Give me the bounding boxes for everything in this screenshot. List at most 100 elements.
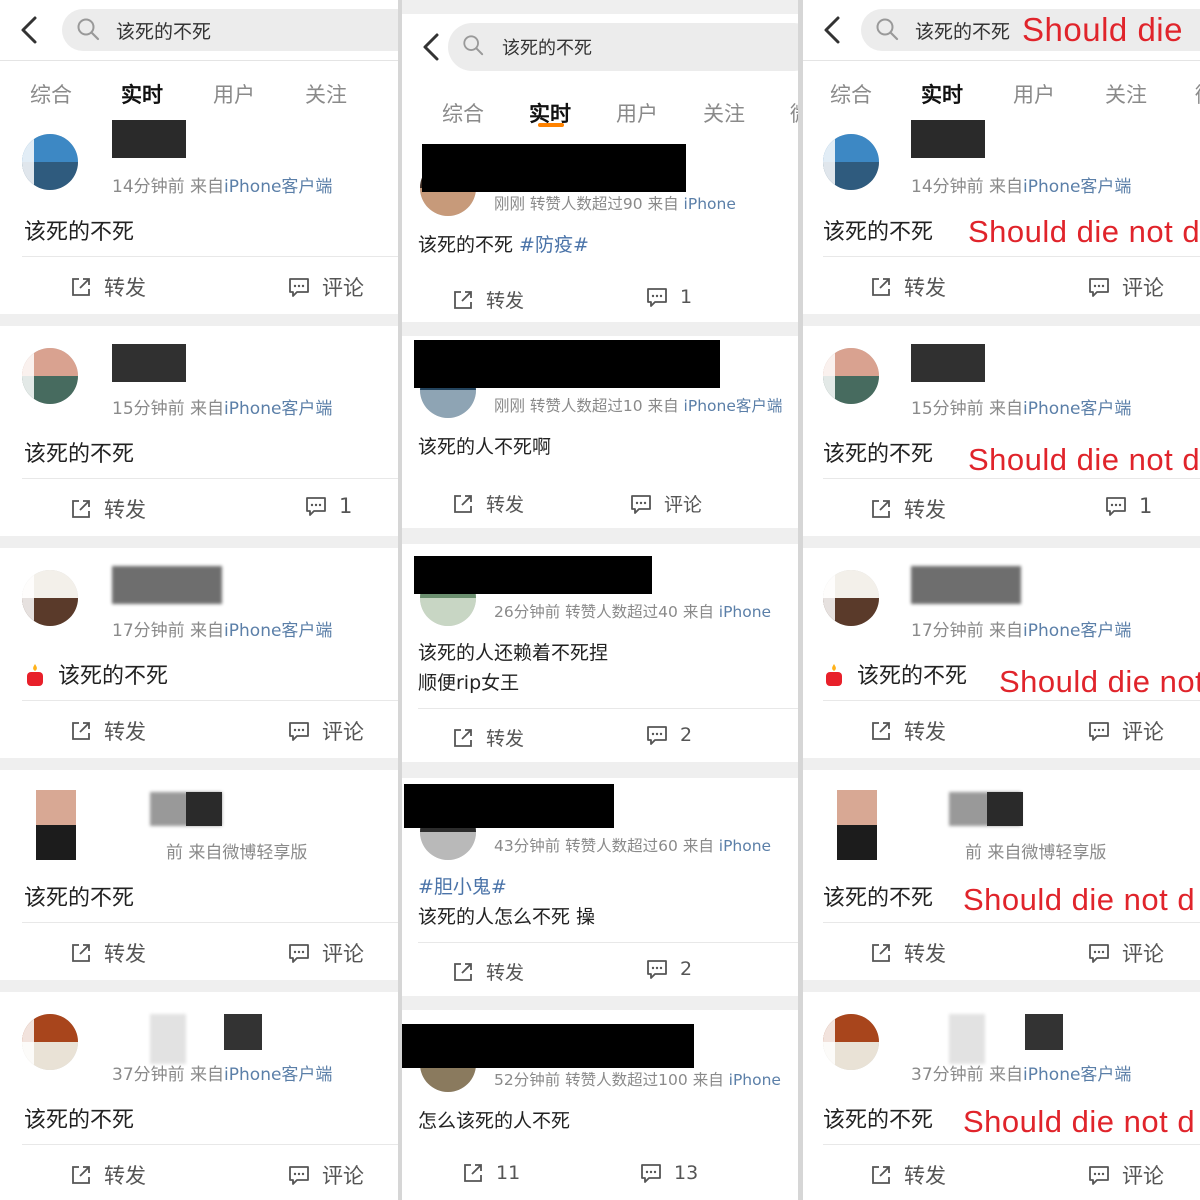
post-meta: 17分钟前 来自iPhone客户端 — [112, 621, 333, 641]
comment-button[interactable]: 评论 — [1088, 716, 1164, 746]
post-card[interactable]: 37分钟前 来自iPhone客户端 该死的不死 转发 评论 — [0, 992, 398, 1200]
comment-button[interactable]: 13 — [640, 1162, 698, 1184]
tab-following[interactable]: 关注 — [1105, 79, 1147, 109]
tab-comprehensive[interactable]: 综合 — [30, 79, 72, 109]
avatar[interactable] — [22, 348, 78, 404]
post-meta: 26分钟前 转赞人数超过40 来自 iPhone — [494, 603, 772, 621]
comment-button[interactable]: 评论 — [288, 272, 364, 302]
post-card[interactable]: 前 来自微博轻享版 该死的不死 Should die not d 转发 评论 — [803, 770, 1200, 980]
tab-comprehensive[interactable]: 综合 — [442, 98, 484, 128]
comment-button[interactable]: 2 — [646, 724, 692, 746]
post-card[interactable]: 17分钟前 来自iPhone客户端 该死的不死 Should die not 转… — [803, 548, 1200, 758]
back-icon[interactable] — [817, 10, 847, 50]
avatar[interactable] — [837, 790, 877, 860]
post-card[interactable]: 52分钟前 转赞人数超过100 来自 iPhone 怎么该死的人不死 11 13 — [402, 1010, 798, 1200]
avatar[interactable] — [823, 1014, 879, 1070]
post-text: 该死的不死 — [24, 658, 168, 690]
comment-count: 1 — [339, 494, 353, 518]
repost-button[interactable]: 转发 — [452, 958, 524, 985]
comment-icon — [647, 726, 667, 745]
repost-icon — [72, 500, 90, 518]
post-meta: 37分钟前 来自iPhone客户端 — [112, 1065, 333, 1085]
redacted-username — [911, 120, 985, 158]
tab-following[interactable]: 关注 — [703, 98, 745, 128]
comment-button[interactable]: 评论 — [1088, 938, 1164, 968]
repost-label: 转发 — [104, 720, 146, 744]
comment-icon — [1106, 497, 1126, 516]
avatar[interactable] — [823, 134, 879, 190]
avatar[interactable] — [22, 134, 78, 190]
post-card[interactable]: 14分钟前 来自iPhone客户端 该死的不死 Should die not d… — [803, 120, 1200, 314]
post-meta: 17分钟前 来自iPhone客户端 — [911, 621, 1132, 641]
search-box[interactable]: 该死的不死 — [448, 23, 798, 71]
avatar[interactable] — [823, 570, 879, 626]
hashtag-link[interactable]: #防疫# — [519, 234, 589, 256]
post-card[interactable]: 15分钟前 来自iPhone客户端 该死的不死 Should die not d… — [803, 326, 1200, 536]
search-icon — [875, 17, 901, 43]
comment-label: 评论 — [1122, 720, 1164, 744]
repost-label: 转发 — [104, 276, 146, 300]
avatar[interactable] — [823, 348, 879, 404]
post-card[interactable]: 前 来自微博轻享版 该死的不死 转发 评论 — [0, 770, 398, 980]
repost-icon — [464, 1164, 482, 1182]
repost-button[interactable]: 转发 — [870, 938, 946, 968]
tab-weibo[interactable]: 微 — [1195, 79, 1200, 109]
post-card[interactable]: 刚刚 转赞人数超过10 来自 iPhone客户端 该死的人不死啊 转发 评论 — [402, 336, 798, 528]
repost-label: 转发 — [104, 498, 146, 522]
post-card[interactable]: 刚刚 转赞人数超过90 来自 iPhone 该死的不死 #防疫# 转发 1 — [402, 140, 798, 322]
comment-count: 2 — [680, 958, 693, 980]
comment-button[interactable]: 评论 — [630, 490, 702, 517]
repost-button[interactable]: 11 — [462, 1162, 520, 1184]
redacted-username — [911, 344, 985, 382]
search-box[interactable]: 该死的不死 Should die — [861, 9, 1200, 51]
repost-button[interactable]: 转发 — [452, 490, 524, 517]
post-text: 该死的不死 — [24, 886, 135, 911]
back-icon[interactable] — [14, 10, 44, 50]
comment-button[interactable]: 2 — [646, 958, 692, 980]
comment-button[interactable]: 评论 — [288, 716, 364, 746]
post-card[interactable]: 26分钟前 转赞人数超过40 来自 iPhone 该死的人还赖着不死捏 顺便ri… — [402, 544, 798, 762]
repost-button[interactable]: 转发 — [70, 1160, 146, 1190]
repost-button[interactable]: 转发 — [70, 494, 146, 524]
post-card[interactable]: 15分钟前 来自iPhone客户端 该死的不死 转发 1 — [0, 326, 398, 536]
tab-realtime[interactable]: 实时 — [921, 79, 963, 109]
repost-button[interactable]: 转发 — [870, 716, 946, 746]
repost-button[interactable]: 转发 — [70, 272, 146, 302]
avatar[interactable] — [22, 570, 78, 626]
tab-users[interactable]: 用户 — [1013, 79, 1055, 109]
repost-button[interactable]: 转发 — [870, 494, 946, 524]
repost-button[interactable]: 转发 — [70, 938, 146, 968]
avatar[interactable] — [36, 790, 76, 860]
post-card[interactable]: 43分钟前 转赞人数超过60 来自 iPhone #胆小鬼# 该死的人怎么不死 … — [402, 778, 798, 996]
comment-button[interactable]: 评论 — [1088, 1160, 1164, 1190]
comment-button[interactable]: 1 — [646, 286, 692, 308]
comment-button[interactable]: 1 — [305, 494, 352, 518]
post-card[interactable]: 37分钟前 来自iPhone客户端 该死的不死 Should die not d… — [803, 992, 1200, 1200]
divider — [823, 1144, 1200, 1145]
repost-button[interactable]: 转发 — [452, 286, 524, 313]
comment-button[interactable]: 1 — [1105, 494, 1152, 518]
post-card[interactable]: 14分钟前 来自iPhone客户端 该死的不死 转发 评论 — [0, 120, 398, 314]
repost-icon — [454, 728, 472, 747]
back-icon[interactable] — [416, 27, 446, 67]
post-card[interactable]: 17分钟前 来自iPhone客户端 该死的不死 转发 评论 — [0, 548, 398, 758]
search-box[interactable]: 该死的不死 — [62, 9, 398, 51]
comment-button[interactable]: 评论 — [288, 938, 364, 968]
tab-users[interactable]: 用户 — [213, 79, 255, 109]
post-text: 该死的不死 — [823, 1108, 934, 1133]
tab-realtime[interactable]: 实时 — [121, 79, 163, 109]
repost-button[interactable]: 转发 — [452, 724, 524, 751]
avatar[interactable] — [22, 1014, 78, 1070]
repost-button[interactable]: 转发 — [870, 1160, 946, 1190]
tab-comprehensive[interactable]: 综合 — [830, 79, 872, 109]
comment-button[interactable]: 评论 — [1088, 272, 1164, 302]
tab-following[interactable]: 关注 — [305, 79, 347, 109]
comment-icon — [1089, 944, 1109, 963]
repost-button[interactable]: 转发 — [70, 716, 146, 746]
tab-weibo[interactable]: 微 — [790, 98, 798, 128]
hashtag-link[interactable]: #胆小鬼# — [418, 876, 507, 898]
tab-users[interactable]: 用户 — [616, 98, 658, 128]
repost-button[interactable]: 转发 — [870, 272, 946, 302]
comment-button[interactable]: 评论 — [288, 1160, 364, 1190]
post-meta: 15分钟前 来自iPhone客户端 — [911, 399, 1132, 419]
